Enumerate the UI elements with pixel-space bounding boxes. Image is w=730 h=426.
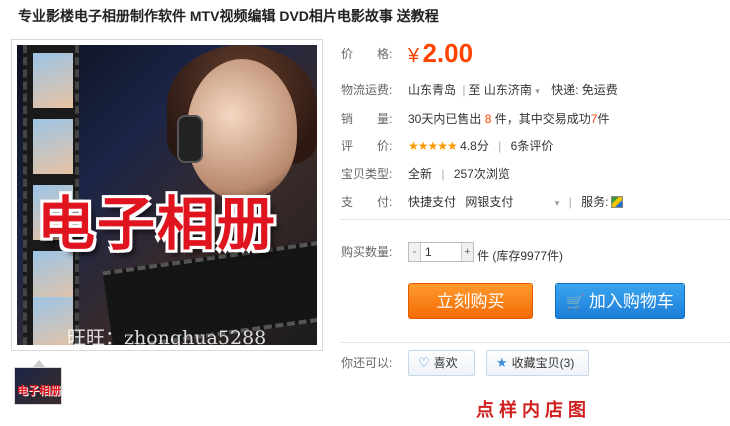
service-label: 服务: bbox=[581, 195, 609, 209]
payment-dropdown-icon[interactable]: ▾ bbox=[555, 198, 560, 208]
quantity-increase-button[interactable]: + bbox=[461, 243, 473, 261]
actions-label: 你还可以: bbox=[341, 356, 393, 370]
service-icon[interactable] bbox=[611, 196, 624, 208]
heart-icon: ♡ bbox=[418, 355, 430, 370]
cart-icon: 🛒 bbox=[566, 293, 585, 311]
rating-stars-icon: ★★★★★ bbox=[408, 139, 458, 153]
image-logo-text: 电子相册 bbox=[37, 190, 278, 258]
condition: 全新 bbox=[408, 167, 433, 181]
shipping-fee: 快递: 免运费 bbox=[551, 83, 618, 97]
quantity-input[interactable] bbox=[422, 243, 460, 261]
rating-label: 评 价: bbox=[341, 139, 393, 153]
thumbnail-image[interactable]: 电子相册 bbox=[14, 367, 62, 405]
headphone-graphic bbox=[177, 115, 203, 163]
quantity-unit: 件 bbox=[477, 249, 490, 263]
main-product-image[interactable]: 电子相册 旺旺：zhonghua5288 bbox=[17, 45, 317, 345]
shipping-label: 物流运费: bbox=[341, 83, 393, 97]
sold-count: 8 bbox=[484, 112, 492, 126]
image-watermark: 旺旺：zhonghua5288 bbox=[67, 327, 267, 345]
rating-score: 4.8分 bbox=[460, 139, 489, 153]
star-icon: ★ bbox=[496, 355, 508, 370]
buy-now-button[interactable]: 立刻购买 bbox=[408, 283, 533, 319]
view-count: 257次浏览 bbox=[453, 167, 510, 181]
price-value: 2.00 bbox=[422, 38, 474, 68]
payment-method-quick[interactable]: 快捷支付 bbox=[408, 195, 456, 209]
payment-label: 支 付: bbox=[341, 195, 393, 209]
chevron-down-icon: ▾ bbox=[535, 86, 540, 96]
product-title: 专业影楼电子相册制作软件 MTV视频编辑 DVD相片电影故事 送教程 bbox=[18, 8, 439, 24]
divider bbox=[341, 219, 730, 220]
like-button[interactable]: ♡ 喜欢 bbox=[408, 350, 475, 376]
sales-text: 30天内已售出 bbox=[408, 112, 482, 126]
bottom-cut-text: 点 样 内 店 图 bbox=[476, 400, 587, 420]
price-label: 价 格: bbox=[341, 47, 393, 61]
review-count-link[interactable]: 6条评价 bbox=[511, 139, 554, 153]
thumb-selected-arrow bbox=[33, 360, 45, 367]
main-image-frame: 电子相册 旺旺：zhonghua5288 bbox=[11, 39, 323, 351]
sales-label: 销 量: bbox=[341, 112, 393, 126]
add-to-cart-button[interactable]: 🛒 加入购物车 bbox=[555, 283, 685, 319]
shipping-to-label: 至 bbox=[468, 83, 481, 97]
like-label: 喜欢 bbox=[433, 356, 458, 370]
shipping-from: 山东青岛 bbox=[408, 83, 457, 97]
payment-method-bank[interactable]: 网银支付 bbox=[465, 195, 513, 209]
sales-text-2: 件，其中交易成功 bbox=[494, 112, 591, 126]
favorite-button[interactable]: ★ 收藏宝贝(3) bbox=[486, 350, 589, 376]
thumbnail-text: 电子相册 bbox=[17, 385, 61, 397]
add-to-cart-label: 加入购物车 bbox=[588, 292, 674, 312]
sales-unit: 件 bbox=[597, 112, 610, 126]
type-label: 宝贝类型: bbox=[341, 167, 393, 181]
stock-count: (库存9977件) bbox=[492, 249, 564, 263]
quantity-stepper: - + bbox=[408, 242, 474, 262]
divider bbox=[341, 342, 730, 343]
currency-symbol: ¥ bbox=[408, 45, 420, 67]
shipping-to-select[interactable]: 山东济南 ▾ bbox=[484, 83, 540, 97]
favorite-label: 收藏宝贝(3) bbox=[511, 356, 575, 370]
quantity-label: 购买数量: bbox=[341, 245, 393, 259]
quantity-decrease-button[interactable]: - bbox=[409, 243, 421, 261]
